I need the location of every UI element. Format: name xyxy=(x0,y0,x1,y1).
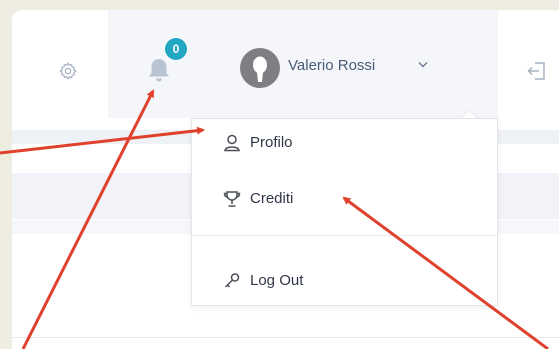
gear-icon xyxy=(59,62,77,80)
user-icon xyxy=(224,134,240,152)
menu-divider xyxy=(192,235,497,236)
content-divider xyxy=(12,337,559,338)
app-window: 0 Valerio Rossi Profilo Crediti Log Out xyxy=(12,10,559,349)
notifications-badge: 0 xyxy=(164,37,188,61)
menu-item-label: Profilo xyxy=(250,134,293,151)
settings-button[interactable] xyxy=(30,10,106,118)
notifications-button[interactable]: 0 xyxy=(108,10,210,118)
sign-out-icon xyxy=(527,62,545,80)
key-icon xyxy=(224,273,240,288)
bell-icon xyxy=(149,59,169,82)
user-dropdown-menu: Profilo Crediti Log Out xyxy=(191,118,498,306)
menu-item-label: Crediti xyxy=(250,190,294,207)
top-navbar: 0 Valerio Rossi xyxy=(12,10,559,118)
trophy-icon xyxy=(223,191,241,207)
logout-top-button[interactable] xyxy=(498,10,559,118)
avatar-placeholder-icon xyxy=(253,56,267,82)
menu-item-profilo[interactable]: Profilo xyxy=(192,123,497,163)
menu-item-label: Log Out xyxy=(250,272,304,289)
user-menu-button[interactable]: Valerio Rossi xyxy=(210,10,498,118)
user-name: Valerio Rossi xyxy=(288,57,376,74)
dropdown-caret-fill xyxy=(461,111,477,118)
avatar xyxy=(240,48,280,88)
screenshot-stage: 0 Valerio Rossi Profilo Crediti Log Out xyxy=(0,0,559,349)
menu-item-crediti[interactable]: Crediti xyxy=(192,179,497,219)
menu-item-logout[interactable]: Log Out xyxy=(192,261,497,301)
chevron-down-icon xyxy=(418,62,428,68)
